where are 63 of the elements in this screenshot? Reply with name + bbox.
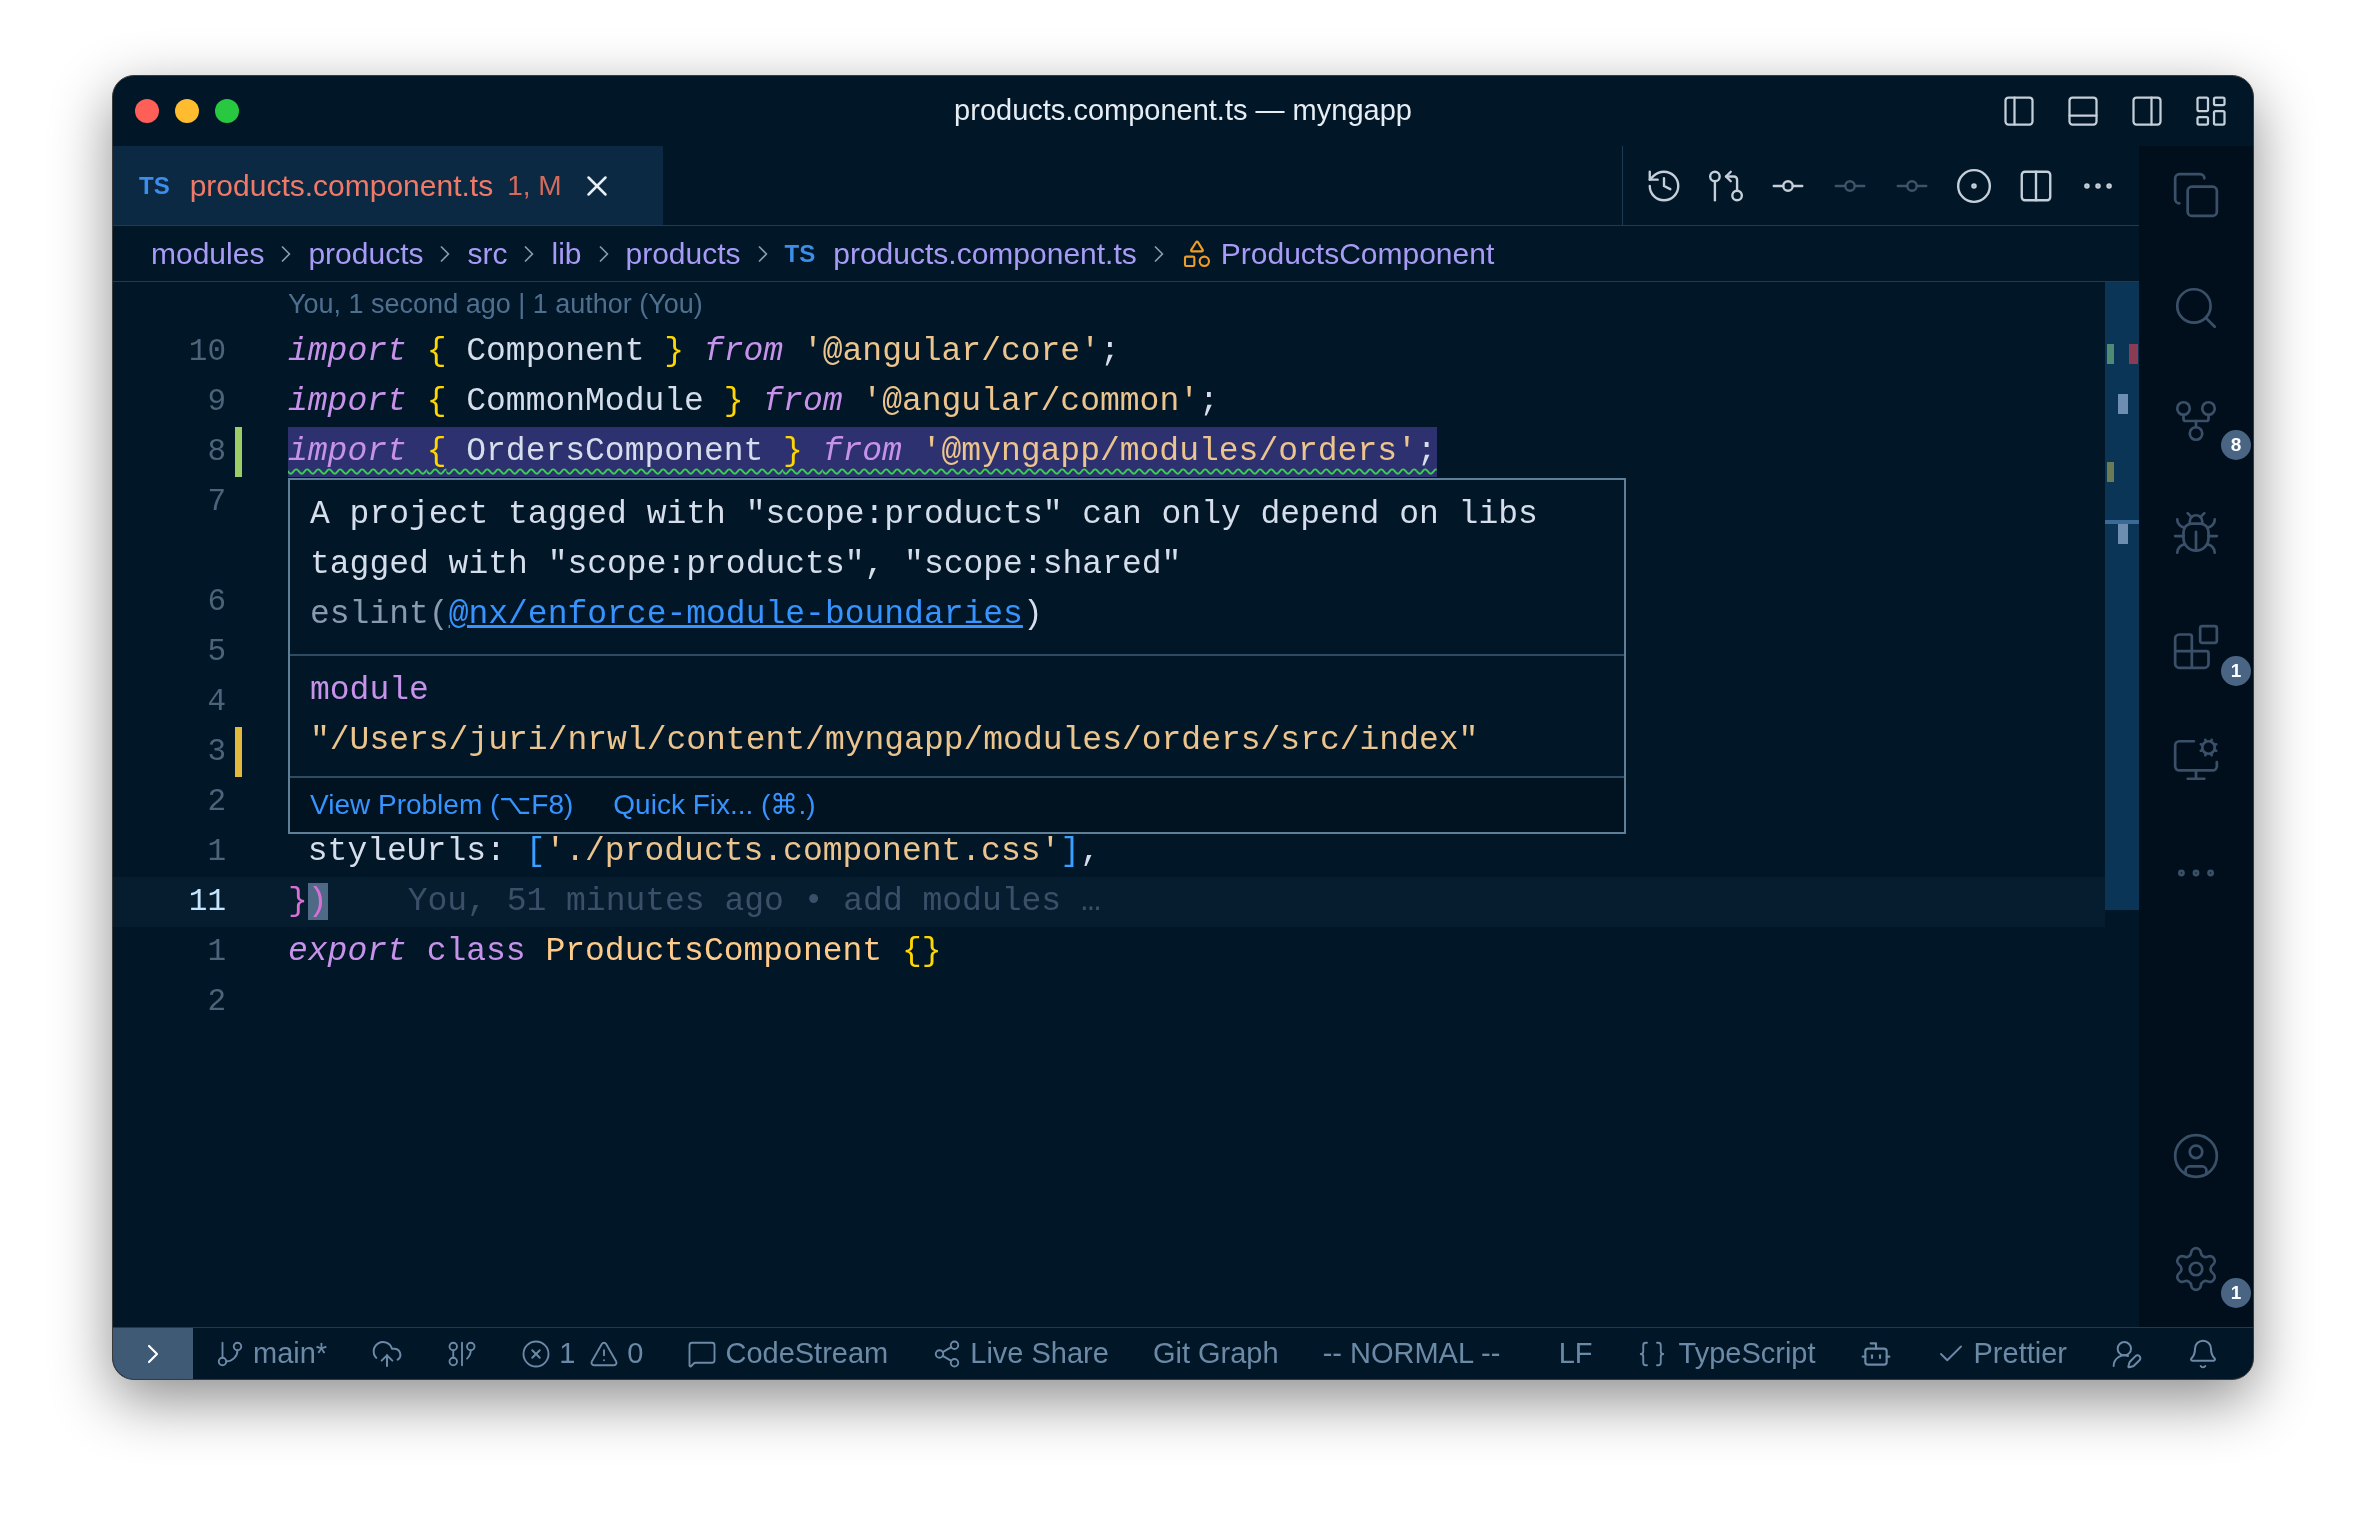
line-number: 3 bbox=[207, 733, 226, 769]
line-number: 4 bbox=[207, 683, 226, 719]
breadcrumb-item[interactable]: modules bbox=[151, 231, 265, 276]
tab-label: products.component.ts bbox=[189, 168, 494, 204]
line-number: 8 bbox=[207, 433, 226, 469]
line-number: 9 bbox=[207, 383, 226, 419]
zoom-window-button[interactable] bbox=[215, 99, 239, 123]
branch-status-item[interactable]: main* bbox=[215, 1331, 328, 1376]
line-number: 2 bbox=[207, 983, 226, 1019]
line-number: 7 bbox=[207, 483, 226, 519]
code-line: import { CommonModule } from '@angular/common'; bbox=[288, 382, 1219, 423]
code-line: export class ProductsComponent {} bbox=[288, 932, 942, 973]
code-line: import { Component } from '@angular/core'; bbox=[288, 332, 1120, 373]
problems-status-item[interactable]: 1 0 bbox=[521, 1331, 644, 1376]
line-number: 11 bbox=[188, 883, 226, 919]
codelens-author-info[interactable]: You, 1 second ago | 1 author (You) bbox=[288, 284, 703, 325]
code-line: }) bbox=[288, 882, 328, 923]
customize-layout-icon[interactable] bbox=[2193, 93, 2229, 129]
error-icon bbox=[521, 1338, 552, 1369]
window-title: products.component.ts — myngapp bbox=[954, 93, 1412, 129]
notification-badge: 1 bbox=[2221, 656, 2251, 686]
breadcrumb-item[interactable]: products bbox=[308, 231, 424, 276]
overview-ruler-drawing[interactable] bbox=[2105, 282, 2139, 910]
breadcrumb-item[interactable]: lib bbox=[551, 231, 582, 276]
prettier-status-item[interactable]: Prettier bbox=[1935, 1331, 2067, 1376]
file-type-label: TS bbox=[784, 238, 816, 269]
line-number: 6 bbox=[207, 583, 226, 619]
tab-status: 1, M bbox=[507, 168, 562, 203]
code-line: styleUrls: ['./products.component.css'], bbox=[306, 832, 1100, 873]
line-number: 1 bbox=[207, 933, 226, 969]
breadcrumb-item[interactable]: products bbox=[625, 231, 741, 276]
file-type-label: TS bbox=[139, 170, 170, 201]
problem-message: A project tagged with "scope:products" can only depend on libs tagged with "scope:products", "scope:shared" eslint(@nx/enforce-module-boundaries) bbox=[310, 495, 1539, 635]
live-share-status-item[interactable]: Live Share bbox=[932, 1331, 1109, 1376]
status-item[interactable]: Git Graph bbox=[1152, 1331, 1279, 1376]
toggle-sidebar-icon[interactable] bbox=[2001, 93, 2037, 129]
warning-count: 0 bbox=[627, 1335, 644, 1371]
codestream-status-item[interactable]: CodeStream bbox=[687, 1331, 889, 1376]
notifications-icon[interactable] bbox=[2187, 1337, 2219, 1370]
breadcrumb-item[interactable]: src bbox=[467, 231, 508, 276]
rule-link[interactable]: @nx/enforce-module-boundaries bbox=[448, 596, 1023, 633]
status-item[interactable]: -- NORMAL -- bbox=[1322, 1331, 1501, 1376]
language-status-item[interactable]: TypeScript bbox=[1636, 1331, 1816, 1376]
module-declaration: module "/Users/juri/nrwl/content/myngapp/modules/orders/src/index" bbox=[310, 671, 1480, 761]
line-number: 2 bbox=[207, 783, 226, 819]
blame-annotation: You, 51 minutes ago • add modules … bbox=[407, 882, 1101, 923]
notification-badge: 8 bbox=[2221, 430, 2251, 460]
minimize-window-button[interactable] bbox=[175, 99, 199, 123]
remote-button[interactable] bbox=[113, 1328, 193, 1379]
toggle-panel-icon[interactable] bbox=[2065, 93, 2101, 129]
editor-tab[interactable]: TS products.component.ts 1, M bbox=[113, 146, 663, 225]
notification-badge: 1 bbox=[2221, 1278, 2251, 1308]
hover-action-link[interactable]: View Problem (⌥F8) bbox=[310, 780, 574, 830]
close-window-button[interactable] bbox=[135, 99, 159, 123]
line-number: 1 bbox=[207, 833, 226, 869]
toggle-secondary-sidebar-icon[interactable] bbox=[2129, 93, 2165, 129]
breadcrumb-item[interactable]: ProductsComponent bbox=[1220, 231, 1495, 276]
status-item[interactable]: LF bbox=[1558, 1331, 1593, 1376]
error-count: 1 bbox=[559, 1335, 576, 1371]
line-number: 5 bbox=[207, 633, 226, 669]
line-number: 10 bbox=[188, 333, 226, 369]
breadcrumb-item[interactable]: products.component.ts bbox=[833, 231, 1137, 276]
hover-action-link[interactable]: Quick Fix... (⌘.) bbox=[613, 780, 816, 830]
